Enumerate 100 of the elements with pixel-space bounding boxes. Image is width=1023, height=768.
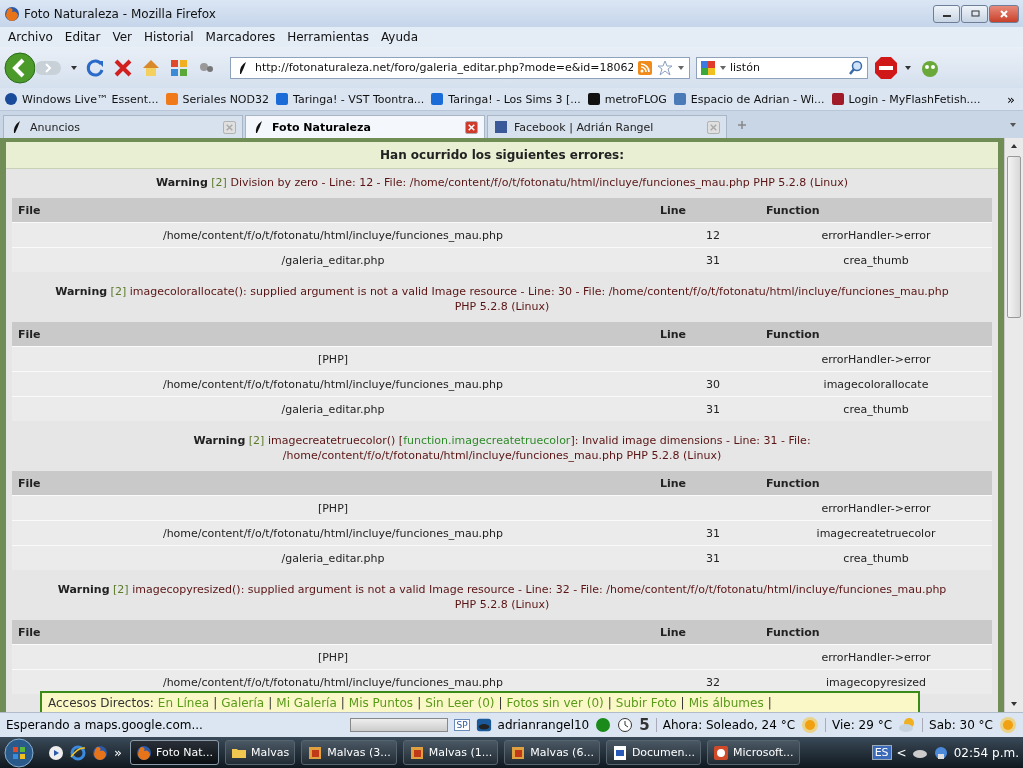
more-button[interactable]: » — [114, 745, 122, 760]
menu-item[interactable]: Ayuda — [380, 30, 419, 44]
table-cell: errorHandler->error — [821, 501, 931, 515]
google-icon[interactable] — [700, 59, 716, 76]
f-logo-icon — [494, 120, 508, 134]
weather-text: Vie: 29 °C — [825, 718, 893, 732]
bookmark-item[interactable]: metroFLOG — [586, 92, 667, 106]
menu-item[interactable]: Marcadores — [205, 30, 276, 44]
show-hidden-icons-button[interactable]: < — [896, 745, 907, 760]
browser-icon[interactable] — [70, 744, 86, 761]
separator: | — [680, 696, 685, 710]
network-icon[interactable] — [932, 744, 949, 761]
caret-icon[interactable] — [70, 63, 78, 72]
taskbar-button[interactable]: Documen... — [605, 740, 702, 765]
browser-tab[interactable]: Anuncios — [3, 115, 243, 138]
table-cell: /home/content/f/o/t/fotonatu/html/incluye/funciones_mau.php — [162, 526, 504, 540]
table-cell: errorHandler->error — [821, 650, 931, 664]
table-cell: [PHP] — [317, 352, 349, 366]
bookmark-item[interactable]: Taringa! - Los Sims 3 [... — [430, 92, 581, 106]
taskbar-button[interactable]: Malvas (1... — [402, 740, 499, 765]
firefox-icon[interactable] — [92, 744, 108, 761]
search-icon[interactable] — [848, 59, 864, 76]
separator: | — [213, 696, 218, 710]
column-header: File — [12, 198, 654, 223]
separator: | — [417, 696, 422, 710]
caret-icon[interactable] — [1009, 120, 1017, 129]
maximize-button[interactable] — [961, 4, 988, 23]
warning-message: Warning [2] Division by zero - Line: 12 - File: /home/content/f/o/t/fotonatu/html/incluye/funciones_mau.php PHP 5.2.8 (Linux) — [154, 175, 850, 191]
caret-icon[interactable] — [719, 63, 727, 72]
table-cell: [PHP] — [317, 501, 349, 515]
separator: | — [340, 696, 345, 710]
column-header: Line — [654, 620, 760, 645]
adblock-icon[interactable] — [874, 55, 898, 80]
bookmark-item[interactable]: Windows Live™ Essent... — [4, 92, 159, 106]
app-icon — [510, 744, 527, 761]
close-button[interactable] — [989, 4, 1019, 23]
url-field[interactable]: http://fotonaturaleza.net/foro/galeria_editar.php?mode=e&id=18062 — [255, 61, 633, 74]
bookmark-item[interactable]: Espacio de Adrian - Wi... — [672, 92, 825, 106]
separator: | — [268, 696, 273, 710]
sun-icon — [999, 716, 1017, 734]
caret-icon[interactable] — [677, 63, 685, 72]
language-indicator[interactable]: ES — [871, 745, 892, 760]
browser-tab[interactable]: Foto Naturaleza — [245, 115, 485, 138]
scrollbar-thumb[interactable] — [1007, 156, 1021, 318]
taskbar-button[interactable]: Foto Nat... — [129, 740, 219, 765]
table-cell: crea_thumb — [843, 402, 909, 416]
menu-item[interactable]: Herramientas — [287, 30, 369, 44]
scrollbar[interactable] — [1004, 138, 1023, 712]
table-cell: crea_thumb — [843, 551, 909, 565]
caret-icon[interactable] — [904, 63, 912, 72]
presentation-icon — [713, 744, 730, 761]
table-cell: 31 — [706, 253, 720, 267]
minimize-button[interactable] — [933, 4, 960, 23]
separator: | — [498, 696, 503, 710]
table-cell: 31 — [706, 526, 720, 540]
close-icon[interactable] — [465, 120, 478, 134]
bookmark-item[interactable]: Login - MyFlashFetish.... — [830, 92, 981, 106]
function-link[interactable]: function.imagecreatetruecolor — [403, 434, 571, 447]
bookmark-item[interactable]: Taringa! - VST Toontra... — [275, 92, 425, 106]
taskbar-button[interactable]: Malvas — [224, 740, 296, 765]
taskbar-button[interactable]: Malvas (3... — [301, 740, 397, 765]
count: 5 — [639, 716, 650, 734]
warning-message: Warning [2] imagecolorallocate(): supplied argument is not a valid Image resource - Line: 30 - File: /home/content/f/o/t/fotonatu/html/incluye/funciones_mau.php PHP 5.2.8 (Linux) — [54, 284, 950, 315]
taskbar-button[interactable]: Microsoft... — [707, 740, 800, 765]
firefox-icon — [135, 744, 152, 761]
shortcuts-label: Accesos Directos: — [48, 696, 154, 710]
menu-item[interactable]: Archivo — [8, 30, 53, 44]
table-cell: /galeria_editar.php — [281, 402, 385, 416]
address-bar[interactable]: http://fotonaturaleza.net/foro/galeria_editar.php?mode=e&id=18062 — [230, 56, 690, 79]
sp-badge: SP — [454, 719, 470, 731]
table-cell: 12 — [706, 228, 720, 242]
warning-message: Warning [2] imagecreatetruecolor() [function.imagecreatetruecolor]: Invalid image dimensions - Line: 31 - File: /home/content/f/o/t/fotonatu/html/incluye/funciones_mau.php PHP 5.2.8 (Linux) — [192, 433, 812, 464]
bookmark-item[interactable]: Seriales NOD32 — [164, 92, 269, 106]
table-cell: crea_thumb — [843, 253, 909, 267]
bookmarks-more-button[interactable]: » — [1003, 91, 1019, 107]
menu-item[interactable]: Editar — [64, 30, 101, 44]
star-icon[interactable] — [657, 59, 673, 76]
search-field[interactable]: listón — [730, 61, 845, 74]
table-cell: 31 — [706, 551, 720, 565]
menu-item[interactable]: Historial — [144, 30, 194, 44]
start-button[interactable] — [4, 737, 34, 768]
username: adrianrangel10 — [497, 718, 590, 732]
table-cell: /home/content/f/o/t/fotonatu/html/incluye/funciones_mau.php — [162, 377, 504, 391]
table-cell: /galeria_editar.php — [281, 551, 385, 565]
separator: | — [607, 696, 612, 710]
clock[interactable]: 02:54 p.m. — [953, 745, 1019, 760]
status-text: Esperando a maps.google.com... — [6, 718, 204, 732]
column-header: File — [12, 620, 654, 645]
menu-item[interactable]: Ver — [112, 30, 132, 44]
taskbar-button[interactable]: Malvas (6... — [504, 740, 600, 765]
site-icon — [164, 92, 179, 106]
sun-icon — [801, 716, 820, 734]
back-forward-button[interactable] — [4, 51, 64, 84]
status-dot-icon — [595, 717, 612, 733]
site-icon — [275, 92, 289, 106]
search-bar[interactable]: listón — [696, 56, 868, 79]
media-player-icon[interactable] — [48, 744, 64, 761]
browser-tab[interactable]: Facebook | Adrián Rangel — [487, 115, 727, 138]
table-cell: imagecreatetruecolor — [816, 526, 936, 540]
user-icon — [475, 717, 492, 733]
